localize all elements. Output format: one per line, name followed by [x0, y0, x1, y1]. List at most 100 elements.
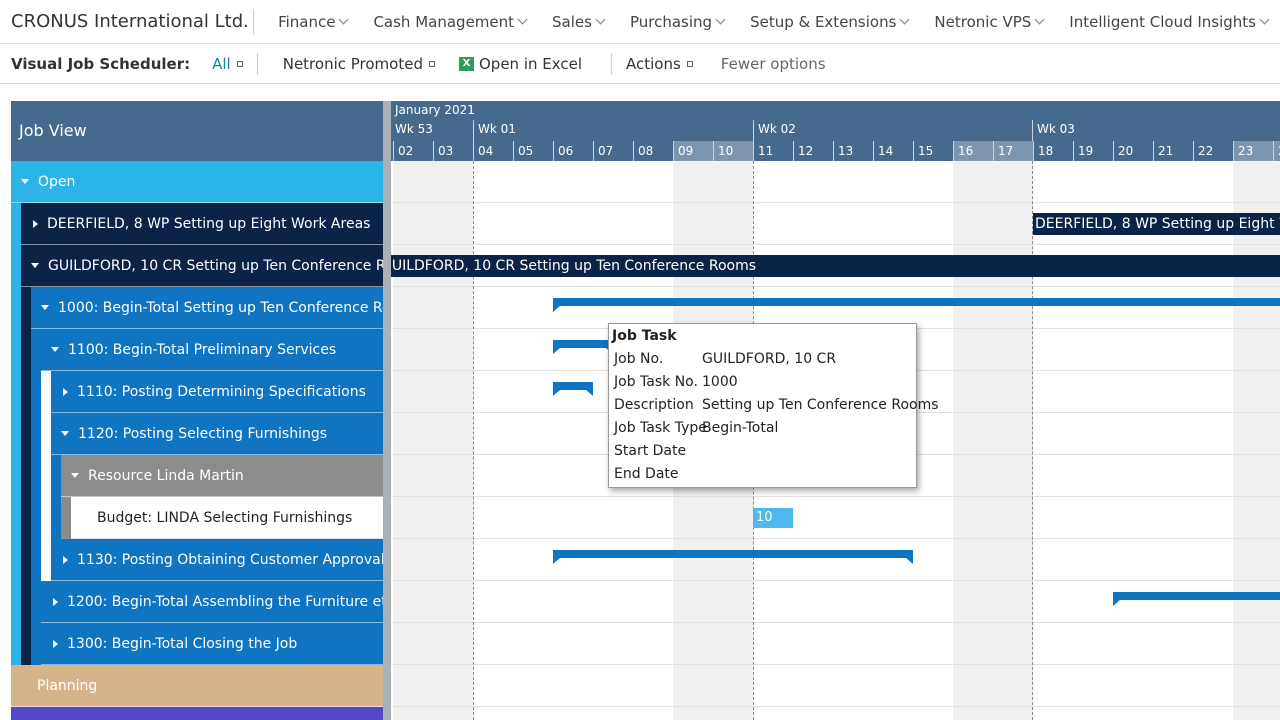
actions-button[interactable]: Actions [612, 55, 721, 73]
tooltip-title: Job Task [612, 328, 677, 344]
week-line [1032, 161, 1033, 720]
gantt-summary-bar-1130[interactable] [553, 550, 913, 564]
collapse-icon[interactable] [21, 179, 29, 184]
tree-row-open[interactable]: Open [11, 161, 383, 203]
nav-item-sales[interactable]: Sales [538, 13, 616, 31]
day-label: 20 [1113, 141, 1153, 161]
collapse-icon[interactable] [41, 305, 49, 310]
tree-row-task-1120[interactable]: 1120: Posting Selecting Furnishings [51, 413, 383, 455]
nav-item-label: Netronic VPS [934, 12, 1032, 31]
week-label: Wk 02 [758, 122, 796, 136]
day-label: 16 [953, 141, 993, 161]
tree-row-task-1000[interactable]: 1000: Begin-Total Setting up Ten Confere… [31, 287, 383, 329]
expand-icon[interactable] [53, 597, 58, 606]
gantt-bar-guildford[interactable]: GUILDFORD, 10 CR Setting up Ten Conferen… [391, 255, 1280, 277]
row-line [391, 244, 1280, 245]
expand-icon[interactable] [53, 639, 58, 648]
day-label: 05 [513, 141, 553, 161]
day-label: 12 [793, 141, 833, 161]
nav-item-label: Cash Management [373, 12, 515, 31]
week-label: Wk 01 [478, 122, 516, 136]
tree-row-label: 1130: Posting Obtaining Customer Approva… [77, 551, 383, 568]
gantt-summary-bar-1110[interactable] [553, 382, 593, 396]
page-title: Visual Job Scheduler: [11, 54, 191, 73]
tree-row-budget[interactable]: Budget: LINDA Selecting Furnishings [71, 497, 383, 539]
collapse-icon[interactable] [51, 347, 59, 352]
row-line [391, 538, 1280, 539]
row-line [391, 496, 1280, 497]
nav-item-label: Purchasing [629, 12, 713, 31]
action-bar: Visual Job Scheduler: All Netronic Promo… [0, 44, 1280, 84]
tree-row-task-1100[interactable]: 1100: Begin-Total Preliminary Services [41, 329, 383, 371]
chevron-down-icon [1259, 14, 1270, 25]
nav-item-cash-management[interactable]: Cash Management [359, 13, 538, 31]
tree-row-deerfield[interactable]: DEERFIELD, 8 WP Setting up Eight Work Ar… [21, 203, 383, 245]
gantt-summary-bar-1100[interactable] [553, 340, 613, 354]
nav-menu: Finance Cash Management Sales Purchasing… [254, 13, 1280, 31]
dropdown-icon [428, 60, 435, 67]
tooltip-label: Job Task Type [614, 420, 707, 436]
day-label: 08 [633, 141, 673, 161]
filter-all-button[interactable]: All [190, 55, 257, 73]
tooltip-value: Setting up Ten Conference Rooms [702, 397, 939, 413]
collapse-icon[interactable] [71, 473, 79, 478]
tree-row-task-1300[interactable]: 1300: Begin-Total Closing the Job [41, 623, 383, 665]
gantt-bar-deerfield[interactable]: DEERFIELD, 8 WP Setting up Eight Work Ar… [1033, 213, 1280, 235]
gantt-summary-bar-1000[interactable] [553, 298, 1280, 312]
actions-label: Actions [626, 54, 681, 73]
expand-icon[interactable] [63, 555, 68, 564]
tooltip-value: Begin-Total [702, 420, 779, 436]
nav-item-label: Setup & Extensions [750, 12, 897, 31]
netronic-label: Netronic Promoted [282, 54, 423, 73]
netronic-promoted-button[interactable]: Netronic Promoted [258, 55, 459, 73]
row-line [391, 202, 1280, 203]
timeline-header: January 2021 Wk 53 Wk 01 Wk 02 Wk 03 02 … [391, 101, 1280, 161]
tree-row-planning[interactable]: Planning [11, 665, 383, 707]
day-label: 22 [1193, 141, 1233, 161]
nav-item-setup-extensions[interactable]: Setup & Extensions [736, 13, 920, 31]
collapse-icon[interactable] [31, 263, 39, 268]
day-label: 19 [1073, 141, 1113, 161]
expand-icon[interactable] [63, 387, 68, 396]
fewer-options-button[interactable]: Fewer options [721, 55, 826, 73]
resource-indent-bar [61, 497, 71, 539]
day-label: 09 [673, 141, 713, 161]
day-label: 11 [753, 141, 793, 161]
week-label: Wk 03 [1037, 122, 1075, 136]
gantt-budget-bar[interactable]: 10 [753, 508, 793, 528]
day-label: 24 [1273, 141, 1280, 161]
nav-item-finance[interactable]: Finance [254, 13, 359, 31]
tooltip-label: Job Task No. [614, 374, 698, 390]
company-name[interactable]: CRONUS International Ltd. [0, 8, 255, 35]
tree-row-resource[interactable]: Resource Linda Martin [61, 455, 383, 497]
nav-item-purchasing[interactable]: Purchasing [616, 13, 736, 31]
day-label: 18 [1033, 141, 1073, 161]
month-label: January 2021 [395, 103, 475, 117]
gantt-summary-bar-1200[interactable] [1113, 592, 1280, 606]
chevron-down-icon [1034, 14, 1045, 25]
tree-row-label: GUILDFORD, 10 CR Setting up Ten Conferen… [48, 257, 383, 274]
tree-row-task-1110[interactable]: 1110: Posting Determining Specifications [51, 371, 383, 413]
tooltip-label: End Date [614, 466, 679, 482]
tree-row-label: Budget: LINDA Selecting Furnishings [97, 509, 353, 526]
tree-row-task-1130[interactable]: 1130: Posting Obtaining Customer Approva… [51, 539, 383, 581]
nav-item-netronic-vps[interactable]: Netronic VPS [920, 13, 1055, 31]
tree-row-guildford[interactable]: GUILDFORD, 10 CR Setting up Ten Conferen… [21, 245, 383, 287]
pane-splitter[interactable] [383, 101, 391, 720]
tree-row-label: DEERFIELD, 8 WP Setting up Eight Work Ar… [47, 215, 371, 232]
tree-row-label: 1120: Posting Selecting Furnishings [78, 425, 328, 442]
tree-row-next-group[interactable] [11, 707, 383, 720]
collapse-icon[interactable] [61, 431, 69, 436]
open-in-excel-button[interactable]: X Open in Excel [458, 55, 611, 73]
nav-item-label: Intelligent Cloud Insights [1069, 12, 1256, 31]
tree-row-label: Open [38, 173, 76, 190]
day-label: 13 [833, 141, 873, 161]
dropdown-icon [686, 60, 693, 67]
tooltip-label: Job No. [614, 351, 664, 367]
expand-icon[interactable] [33, 219, 38, 228]
tree-row-task-1200[interactable]: 1200: Begin-Total Assembling the Furnitu… [41, 581, 383, 623]
chevron-down-icon [339, 14, 349, 25]
nav-item-intelligent-cloud-insights[interactable]: Intelligent Cloud Insights [1055, 13, 1280, 31]
day-label: 14 [873, 141, 913, 161]
day-label: 23 [1233, 141, 1273, 161]
